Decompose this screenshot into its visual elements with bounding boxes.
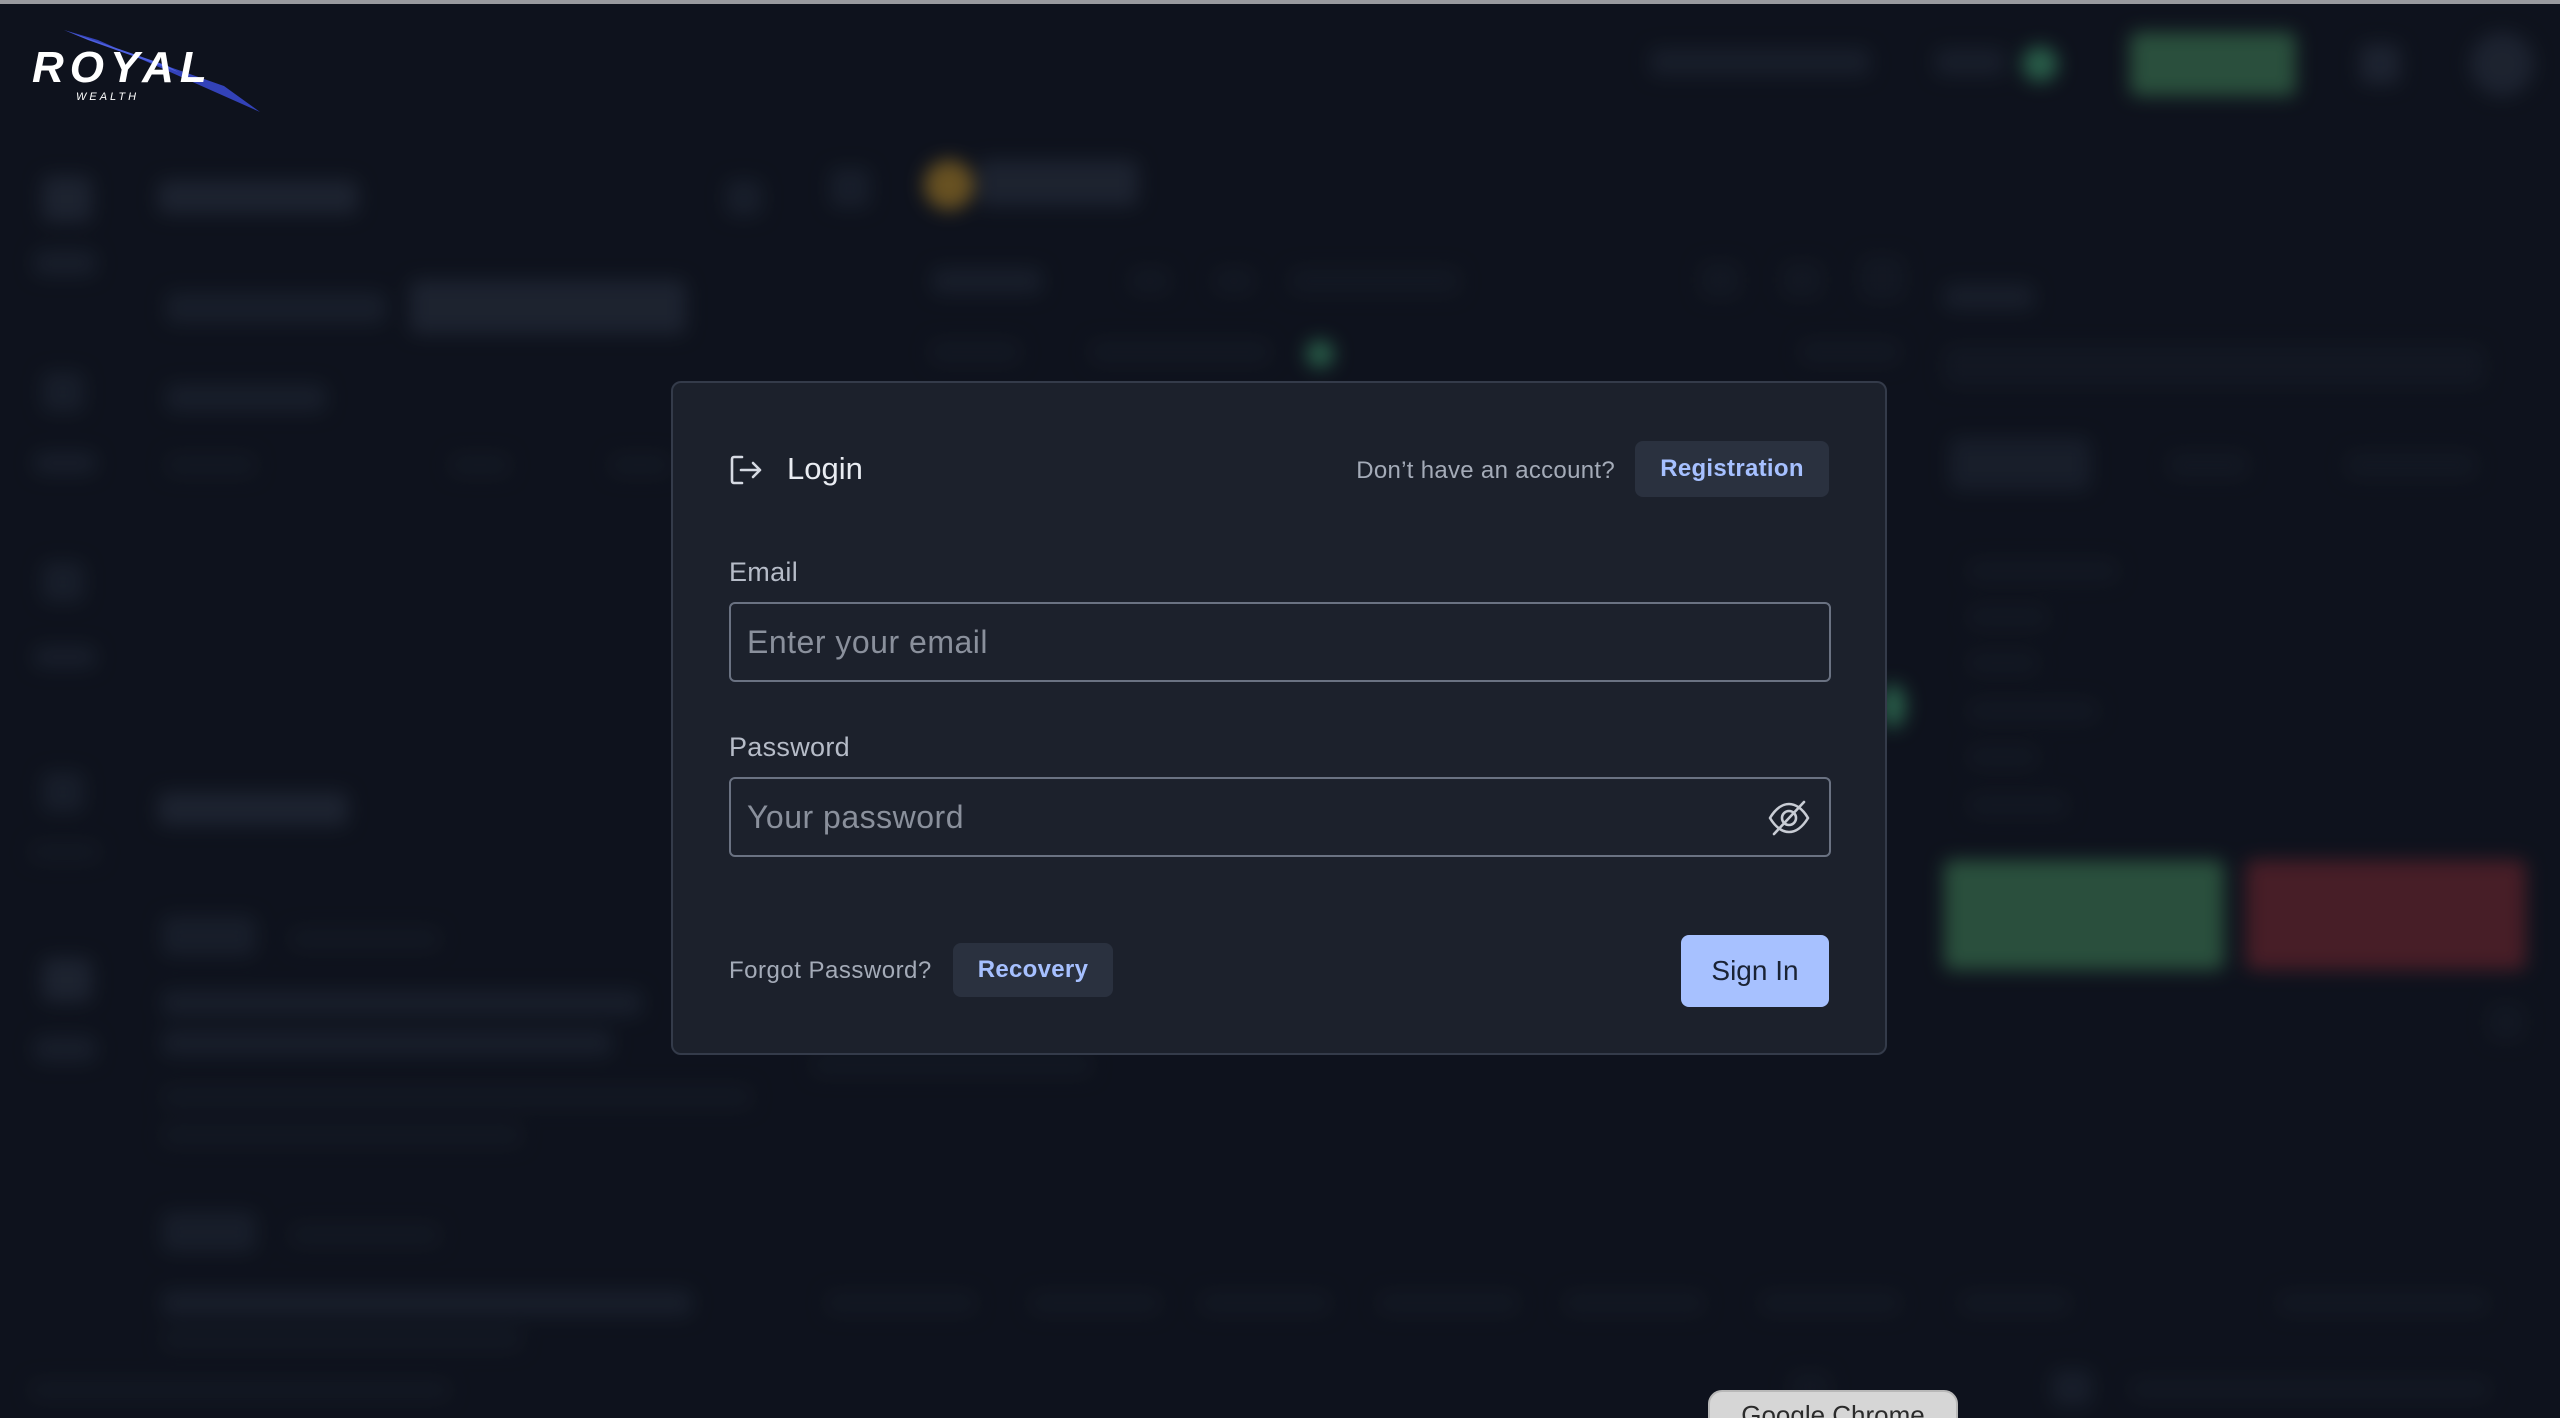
email-field-wrapper (729, 602, 1831, 682)
login-arrow-icon (730, 455, 762, 485)
screen: ROYAL WEALTH Login Don’t have an account… (0, 0, 2560, 1418)
email-label: Email (729, 557, 799, 587)
no-account-text: Don’t have an account? (1356, 457, 1615, 484)
login-title: Login (787, 451, 863, 486)
logo-graphic: ROYAL WEALTH (32, 30, 260, 112)
modal-header: Login Don’t have an account? Registratio… (729, 441, 1829, 497)
app-name-tooltip: Google Chrome (1708, 1390, 1958, 1418)
registration-button[interactable]: Registration (1635, 441, 1829, 497)
sign-in-button[interactable]: Sign In (1681, 935, 1829, 1007)
password-input[interactable] (731, 779, 1829, 855)
logo-brand-text: ROYAL (32, 43, 213, 92)
logo-tagline-text: WEALTH (76, 91, 139, 103)
forgot-password-text: Forgot Password? (729, 957, 932, 984)
login-modal: Login Don’t have an account? Registratio… (671, 381, 1887, 1055)
password-label: Password (729, 732, 850, 762)
eye-off-icon[interactable] (1767, 798, 1811, 838)
royal-wealth-logo[interactable]: ROYAL WEALTH (28, 26, 268, 116)
password-field-wrapper (729, 777, 1831, 857)
email-input[interactable] (731, 604, 1829, 680)
recovery-button[interactable]: Recovery (953, 943, 1113, 997)
